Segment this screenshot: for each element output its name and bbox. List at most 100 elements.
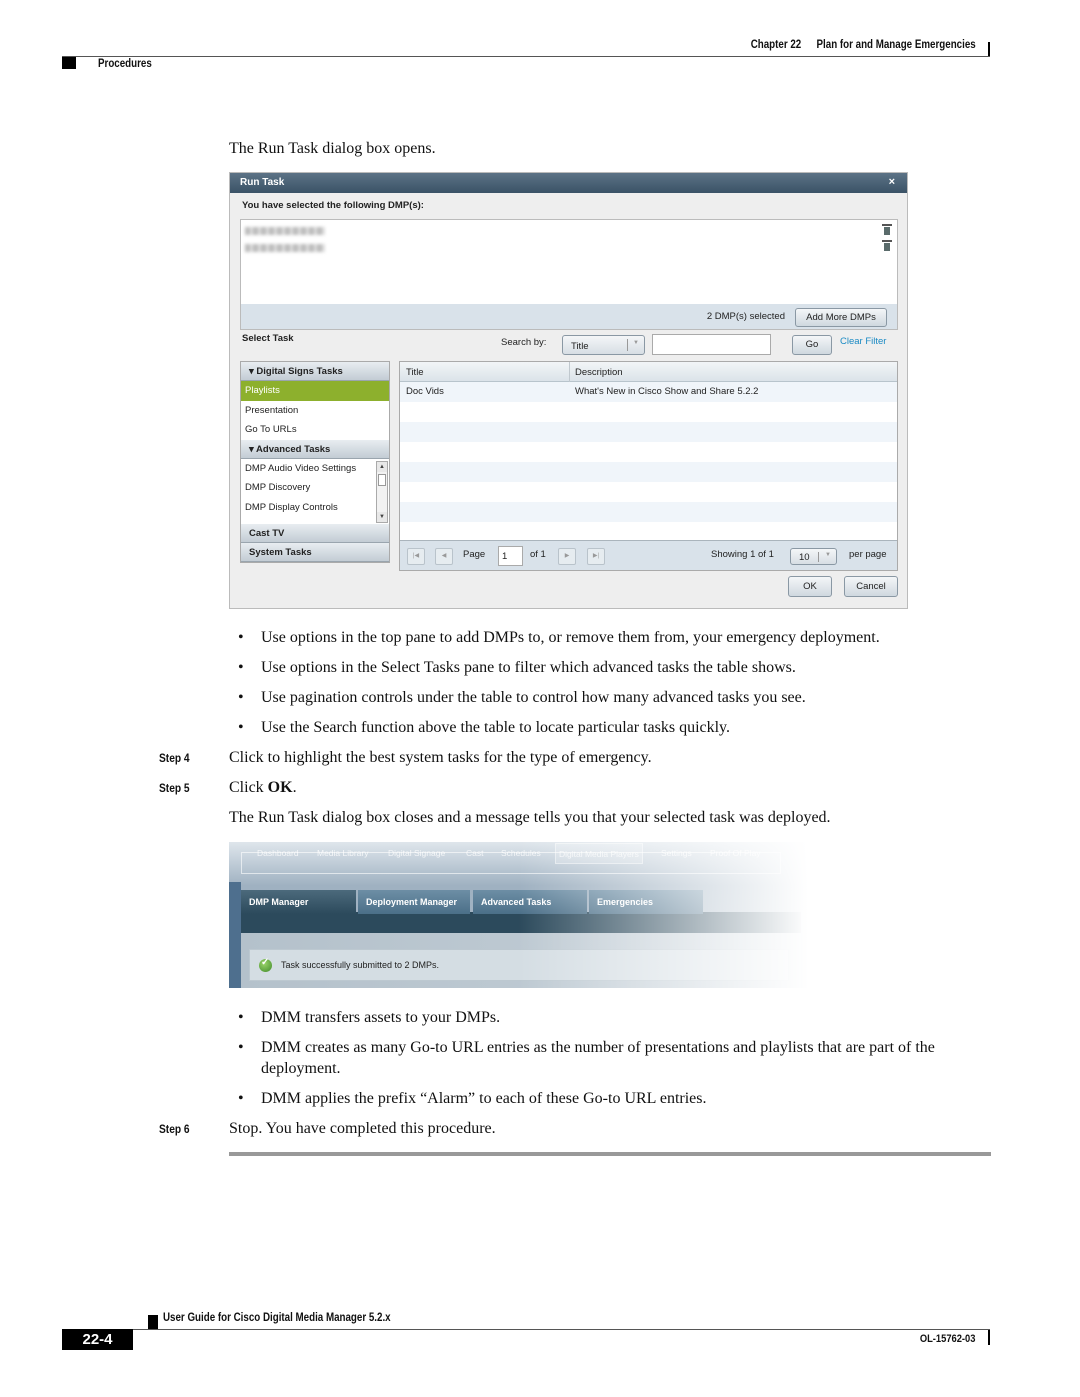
- tab-dmp-manager[interactable]: DMP Manager: [241, 890, 356, 914]
- step-5-text: Click OK.: [229, 778, 297, 798]
- status-left-edge: [229, 882, 241, 988]
- header-rule: [62, 56, 990, 57]
- last-page-icon[interactable]: ▶|: [587, 548, 605, 565]
- dialog-title: Run Task: [240, 177, 285, 188]
- header-bar: [988, 42, 990, 57]
- chapter-title: Plan for and Manage Emergencies: [816, 39, 976, 51]
- scroll-up-icon[interactable]: ▲: [377, 461, 387, 472]
- prev-page-icon[interactable]: ◀: [435, 548, 453, 565]
- bullet-item: Use options in the top pane to add DMPs …: [261, 629, 880, 646]
- run-task-dialog: Run Task × You have selected the followi…: [229, 172, 908, 609]
- task-grid: Title Description Doc Vids What's New in…: [399, 361, 898, 571]
- select-separator: [818, 552, 819, 562]
- dmp-footer: 2 DMP(s) selected Add More DMPs: [240, 304, 898, 330]
- cancel-button[interactable]: Cancel: [844, 576, 898, 597]
- bullet-dot: •: [238, 1009, 244, 1026]
- search-input[interactable]: [652, 334, 771, 355]
- tree-item-discovery[interactable]: DMP Discovery: [241, 478, 389, 498]
- tree-group-digital-signs[interactable]: ▾ Digital Signs Tasks: [241, 362, 389, 381]
- column-divider: [569, 362, 570, 382]
- column-description[interactable]: Description: [575, 367, 623, 378]
- section-label: Procedures: [98, 58, 152, 70]
- intro-text: The Run Task dialog box opens.: [229, 140, 436, 157]
- advanced-task-list: DMP Audio Video Settings DMP Discovery D…: [241, 459, 389, 524]
- nav-media-library[interactable]: Media Library: [317, 848, 369, 858]
- table-row-empty: [400, 422, 897, 442]
- header-block: [62, 57, 76, 69]
- chevron-down-icon: ▼: [633, 340, 639, 346]
- search-by-select[interactable]: Title ▼: [562, 335, 645, 355]
- search-by-value: Title: [571, 341, 589, 352]
- dmp-list: [240, 219, 898, 305]
- selected-dmps-label: You have selected the following DMP(s):: [242, 200, 424, 211]
- check-icon: [259, 957, 272, 972]
- close-icon[interactable]: ×: [889, 176, 895, 188]
- clear-filter-link[interactable]: Clear Filter: [840, 336, 886, 347]
- page-input[interactable]: 1: [498, 546, 523, 566]
- tree-item-go-to-urls[interactable]: Go To URLs: [241, 420, 389, 440]
- step-6-text: Stop. You have completed this procedure.: [229, 1120, 496, 1137]
- dmp-item-blurred[interactable]: [245, 227, 325, 235]
- tree-item-av-settings[interactable]: DMP Audio Video Settings: [241, 459, 389, 479]
- grid-body: Doc Vids What's New in Cisco Show and Sh…: [400, 382, 897, 542]
- grid-header: Title Description: [400, 362, 897, 382]
- tab-strip: [241, 912, 801, 933]
- doc-number: OL-15762-03: [919, 1333, 975, 1345]
- bullet-item: Use options in the Select Tasks pane to …: [261, 659, 796, 676]
- bullet-dot: •: [238, 1090, 244, 1107]
- tree-group-advanced[interactable]: ▾ Advanced Tasks: [241, 439, 389, 459]
- nav-settings[interactable]: Settings: [661, 848, 692, 858]
- tab-emergencies[interactable]: Emergencies: [589, 890, 703, 914]
- nav-digital-signage[interactable]: Digital Signage: [388, 848, 445, 858]
- bullet-dot: •: [238, 659, 244, 676]
- page-number: 22-4: [62, 1329, 133, 1350]
- first-page-icon[interactable]: |◀: [407, 548, 425, 565]
- tab-deployment-manager[interactable]: Deployment Manager: [358, 890, 470, 914]
- chapter-number: Chapter 22: [751, 39, 802, 51]
- nav-cast[interactable]: Cast: [466, 848, 483, 858]
- tree-item-display-controls[interactable]: DMP Display Controls: [241, 498, 389, 518]
- nav-digital-media-players[interactable]: Digital Media Players: [555, 843, 643, 864]
- add-more-dmps-button[interactable]: Add More DMPs: [795, 308, 887, 327]
- ok-button[interactable]: OK: [788, 576, 832, 597]
- tree-group-system-tasks[interactable]: System Tasks: [241, 542, 389, 562]
- select-separator: [627, 339, 628, 351]
- trash-icon[interactable]: [882, 224, 892, 235]
- footer-bar: [988, 1330, 990, 1345]
- tree-group-cast-tv[interactable]: Cast TV: [241, 523, 389, 543]
- page-label: Page: [463, 549, 486, 560]
- bullet-item: DMM applies the prefix “Alarm” to each o…: [261, 1090, 707, 1107]
- bullet-dot: •: [238, 689, 244, 706]
- column-title[interactable]: Title: [406, 367, 424, 378]
- step-4-label: Step 4: [159, 751, 190, 765]
- step-5-prefix: Click: [229, 779, 268, 796]
- next-page-icon[interactable]: ▶: [558, 548, 576, 565]
- table-row-empty: [400, 482, 897, 502]
- trash-icon[interactable]: [882, 240, 892, 251]
- per-page-select[interactable]: 10 ▼: [790, 548, 837, 565]
- footer-guide-title: User Guide for Cisco Digital Media Manag…: [163, 1312, 391, 1324]
- vertical-scrollbar[interactable]: ▲ ▼: [376, 460, 388, 523]
- go-button[interactable]: Go: [792, 335, 832, 355]
- table-row-empty: [400, 402, 897, 422]
- nav-dashboard[interactable]: Dashboard: [257, 848, 299, 858]
- dmp-item-blurred[interactable]: [245, 244, 325, 252]
- status-screenshot: Dashboard Media Library Digital Signage …: [229, 842, 808, 988]
- nav-proof-of-play[interactable]: Proof Of Play: [710, 848, 761, 858]
- tab-advanced-tasks[interactable]: Advanced Tasks: [473, 890, 587, 914]
- search-by-label: Search by:: [501, 337, 547, 348]
- scroll-thumb[interactable]: [378, 473, 386, 486]
- bullet-item: Use pagination controls under the table …: [261, 689, 806, 706]
- step-5-suffix: .: [292, 779, 297, 796]
- showing-label: Showing 1 of 1: [711, 549, 774, 560]
- tree-item-presentation[interactable]: Presentation: [241, 401, 389, 421]
- step-4-text: Click to highlight the best system tasks…: [229, 749, 652, 766]
- tree-item-playlists[interactable]: Playlists: [241, 381, 389, 401]
- table-row-empty: [400, 462, 897, 482]
- scroll-down-icon[interactable]: ▼: [377, 511, 387, 522]
- step-6-label: Step 6: [159, 1122, 190, 1136]
- nav-schedules[interactable]: Schedules: [501, 848, 541, 858]
- table-row[interactable]: Doc Vids What's New in Cisco Show and Sh…: [400, 382, 897, 402]
- dmp-count: 2 DMP(s) selected: [706, 311, 785, 322]
- table-row-empty: [400, 522, 897, 542]
